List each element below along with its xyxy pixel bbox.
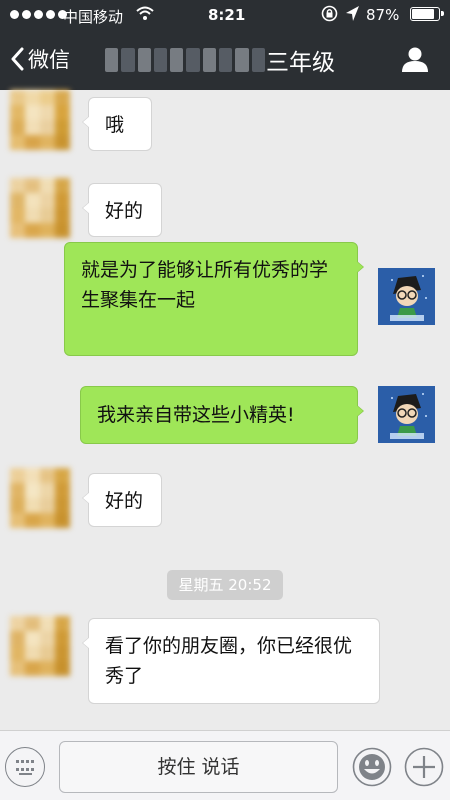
message-text: 好的 bbox=[105, 200, 144, 222]
chat-area[interactable]: 哦 好的 就是为了能够让所有优秀的学生聚集在一起 我来亲自带这些小精英! 好的 … bbox=[0, 90, 450, 730]
avatar[interactable] bbox=[378, 268, 435, 325]
top-bar: 中国移动 8:21 87% 微信 三年级 bbox=[0, 0, 450, 90]
rotation-lock-icon bbox=[321, 5, 338, 22]
blurred-title-part bbox=[105, 48, 265, 72]
location-arrow-icon bbox=[346, 6, 359, 21]
emoji-icon[interactable] bbox=[352, 747, 392, 787]
signal-dots-icon bbox=[10, 10, 67, 19]
keyboard-icon[interactable] bbox=[5, 747, 45, 787]
message-text: 看了你的朋友圈，你已经很优秀了 bbox=[105, 635, 353, 687]
message-bubble-incoming[interactable]: 好的 bbox=[82, 183, 162, 237]
page-title: 三年级 bbox=[266, 50, 335, 76]
wifi-icon bbox=[136, 6, 154, 20]
carrier-label: 中国移动 bbox=[63, 8, 124, 26]
message-bubble-incoming[interactable]: 看了你的朋友圈，你已经很优秀了 bbox=[82, 618, 380, 704]
person-icon[interactable] bbox=[401, 45, 429, 73]
message-text: 就是为了能够让所有优秀的学生聚集在一起 bbox=[81, 259, 329, 311]
battery-percent: 87% bbox=[366, 6, 400, 24]
message-bubble-incoming[interactable]: 好的 bbox=[82, 473, 162, 527]
message-text: 哦 bbox=[105, 114, 125, 136]
battery-icon bbox=[410, 7, 444, 21]
input-bar: 按住 说话 bbox=[0, 730, 450, 800]
message-bubble-outgoing[interactable]: 我来亲自带这些小精英! bbox=[80, 386, 364, 444]
message-bubble-incoming[interactable]: 哦 bbox=[82, 97, 152, 151]
plus-icon[interactable] bbox=[404, 747, 444, 787]
back-label: 微信 bbox=[28, 48, 70, 72]
avatar[interactable] bbox=[10, 90, 70, 150]
message-bubble-outgoing[interactable]: 就是为了能够让所有优秀的学生聚集在一起 bbox=[64, 242, 364, 356]
time-tag: 星期五 20:52 bbox=[167, 570, 283, 600]
hold-to-talk-button[interactable]: 按住 说话 bbox=[59, 741, 338, 793]
message-text: 我来亲自带这些小精英! bbox=[97, 404, 295, 426]
status-time: 8:21 bbox=[208, 6, 246, 24]
avatar[interactable] bbox=[10, 616, 70, 676]
status-bar: 中国移动 8:21 87% bbox=[0, 0, 450, 30]
chevron-left-icon bbox=[11, 47, 24, 71]
nav-bar: 微信 三年级 bbox=[0, 30, 450, 90]
avatar[interactable] bbox=[378, 386, 435, 443]
avatar[interactable] bbox=[10, 468, 70, 528]
message-text: 好的 bbox=[105, 490, 144, 512]
back-button[interactable]: 微信 bbox=[10, 44, 70, 74]
avatar[interactable] bbox=[10, 178, 70, 238]
